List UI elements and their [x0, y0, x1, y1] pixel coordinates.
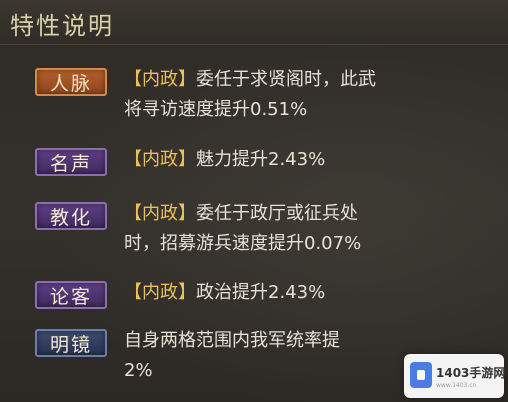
panel-header: 特性说明 — [0, 0, 508, 45]
trait-text: 委任于政厅或征兵处 — [196, 203, 358, 224]
trait-desc-line: 自身两格范围内我军统率提 — [124, 330, 340, 351]
trait-panel: 特性说明 人脉 【内政】委任于求贤阁时，此武 将寻访速度提升0.51% 名声 【… — [0, 0, 508, 402]
watermark-logo: 1403手游网 www.1403.cn — [404, 354, 506, 398]
watermark-text: 1403手游网 — [436, 366, 506, 380]
trait-desc-jiaohua: 【内政】委任于政厅或征兵处 时，招募游兵速度提升0.07% — [124, 199, 494, 259]
trait-badge-mingsheng[interactable]: 名声 — [35, 148, 107, 176]
trait-text: 政治提升2.43% — [196, 282, 326, 303]
trait-desc-mingsheng: 【内政】魅力提升2.43% — [124, 145, 494, 175]
trait-desc-line: 【内政】委任于求贤阁时，此武 — [124, 65, 494, 95]
trait-badge-renmai[interactable]: 人脉 — [35, 68, 107, 96]
trait-tag: 【内政】 — [124, 203, 196, 224]
trait-desc-renmai: 【内政】委任于求贤阁时，此武 将寻访速度提升0.51% — [124, 65, 494, 125]
trait-badge-mingjing[interactable]: 明镜 — [35, 329, 107, 357]
trait-text: 委任于求贤阁时，此武 — [196, 69, 376, 90]
trait-desc-line: 【内政】政治提升2.43% — [124, 278, 494, 308]
trait-badge-jiaohua[interactable]: 教化 — [35, 202, 107, 230]
trait-tag: 【内政】 — [124, 282, 196, 303]
trait-text: 魅力提升2.43% — [196, 149, 326, 170]
trait-badge-lunke[interactable]: 论客 — [35, 281, 107, 309]
trait-tag: 【内政】 — [124, 149, 196, 170]
panel-title: 特性说明 — [10, 12, 114, 40]
trait-tag: 【内政】 — [124, 69, 196, 90]
trait-desc-line: 【内政】魅力提升2.43% — [124, 145, 494, 175]
trait-desc-line: 将寻访速度提升0.51% — [124, 99, 308, 120]
trait-desc-lunke: 【内政】政治提升2.43% — [124, 278, 494, 308]
watermark-icon — [410, 362, 432, 388]
trait-desc-line: 时，招募游兵速度提升0.07% — [124, 233, 362, 254]
trait-desc-line: 【内政】委任于政厅或征兵处 — [124, 199, 494, 229]
watermark-subtext: www.1403.cn — [436, 382, 477, 389]
